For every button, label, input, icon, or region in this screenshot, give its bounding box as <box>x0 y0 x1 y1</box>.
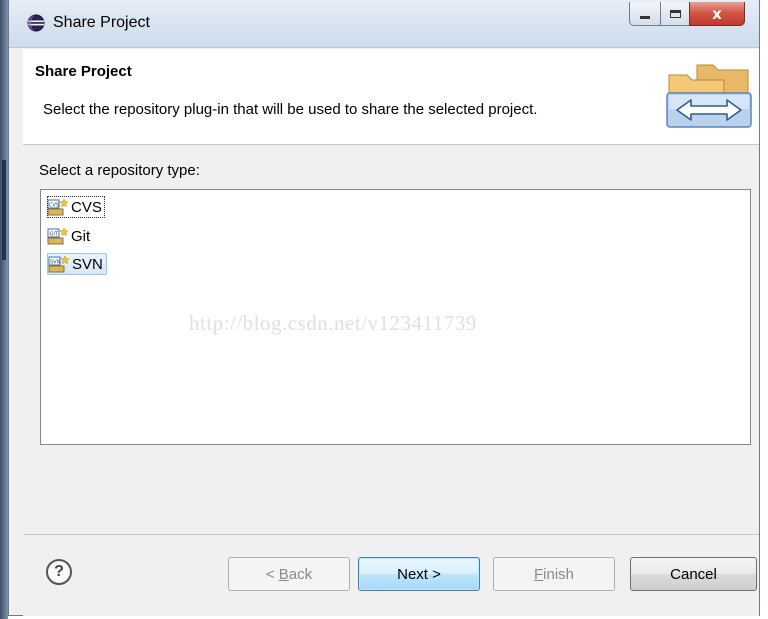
maximize-button[interactable] <box>660 2 690 26</box>
cancel-button-label: Cancel <box>670 565 717 583</box>
next-button-label: Next > <box>397 565 441 583</box>
git-repo-icon: GIT <box>47 227 69 245</box>
help-icon: ? <box>54 563 64 580</box>
share-project-dialog: Share Project x Share Project Select the… <box>8 0 760 616</box>
background-window-edge <box>0 0 8 619</box>
list-item-git[interactable]: GIT Git <box>47 225 93 247</box>
wizard-content: Select a repository type: CVS CVS GIT Gi… <box>23 146 759 506</box>
wizard-button-bar: ? < Back Next > Finish Cancel <box>23 534 759 616</box>
back-prefix: < <box>265 565 279 583</box>
wizard-page-title: Share Project <box>35 63 132 80</box>
minimize-button[interactable] <box>629 2 661 26</box>
next-button[interactable]: Next > <box>358 557 480 591</box>
maximize-icon <box>669 9 681 18</box>
finish-rest: inish <box>543 565 575 583</box>
svg-text:GIT: GIT <box>50 232 59 238</box>
repository-type-label: Select a repository type: <box>39 162 200 179</box>
back-button[interactable]: < Back <box>228 557 350 591</box>
close-icon: x <box>712 4 722 23</box>
cvs-repo-icon: CVS <box>47 198 69 216</box>
help-button[interactable]: ? <box>46 559 72 585</box>
cancel-button[interactable]: Cancel <box>630 557 757 591</box>
list-item-svn[interactable]: SVN SVN <box>47 253 107 275</box>
eclipse-icon <box>27 14 45 32</box>
repository-type-list[interactable]: CVS CVS GIT Git SVN SVN http://blog.csdn… <box>40 189 751 445</box>
finish-button-label: Finish <box>534 566 574 583</box>
list-item-label: Git <box>71 227 91 245</box>
svg-text:CVS: CVS <box>49 203 59 209</box>
back-mnemonic: B <box>278 565 289 583</box>
wizard-header: Share Project Select the repository plug… <box>23 49 759 145</box>
title-bar: Share Project x <box>9 0 759 48</box>
wizard-page-description: Select the repository plug-in that will … <box>43 101 538 118</box>
list-item-cvs[interactable]: CVS CVS <box>47 196 105 218</box>
share-folders-icon <box>666 64 752 128</box>
list-item-label: SVN <box>72 255 103 273</box>
finish-mnemonic: F <box>533 565 544 583</box>
list-item-label: CVS <box>71 198 102 216</box>
back-rest: ack <box>288 565 313 583</box>
window-title: Share Project <box>53 14 150 31</box>
back-button-label: < Back <box>266 566 312 583</box>
watermark-text: http://blog.csdn.net/v123411739 <box>189 311 477 335</box>
svg-text:SVN: SVN <box>50 260 61 266</box>
minimize-icon <box>640 16 650 19</box>
finish-button[interactable]: Finish <box>493 557 615 591</box>
svn-repo-icon: SVN <box>48 255 70 273</box>
close-button[interactable]: x <box>689 2 745 26</box>
